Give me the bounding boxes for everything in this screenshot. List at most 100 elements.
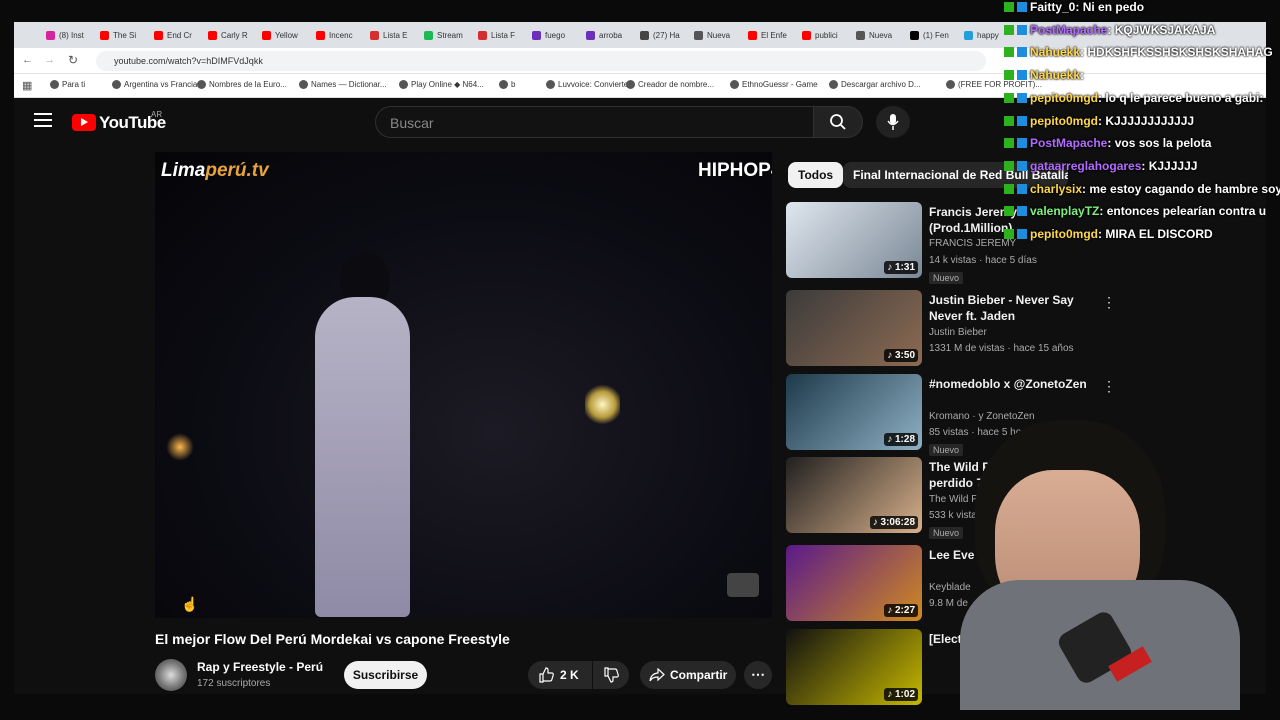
video-duration: ♪ 1:31 (884, 261, 918, 274)
bookmark-item[interactable]: Creador de nombre... (626, 80, 714, 89)
recommended-channel[interactable]: Justin Bieber (929, 327, 987, 338)
sub-badge-icon (1004, 92, 1014, 103)
video-thumbnail[interactable]: ♪ 1:31 (786, 202, 922, 278)
browser-tab[interactable]: Lista F (472, 22, 526, 48)
browser-tab[interactable]: Incenc (310, 22, 364, 48)
video-player[interactable]: Limaperú.tv HIPHOP4 (155, 152, 772, 618)
tab-label: Lista F (491, 30, 516, 40)
subscribe-button[interactable]: Suscribirse (344, 661, 427, 689)
browser-tab[interactable]: fuego (526, 22, 580, 48)
chat-message: Nahuekk: HDKSHFKSSHSKSHSKSHAHAG (1004, 45, 1273, 59)
channel-watermark-icon[interactable] (727, 573, 759, 597)
chat-text: : me estoy cagando de hambre soy (1082, 181, 1280, 196)
tab-label: Nueva (707, 30, 731, 40)
browser-tab[interactable]: publici (796, 22, 850, 48)
video-thumbnail[interactable]: ♪ 1:28 (786, 374, 922, 450)
more-actions-button[interactable]: ⋯ (744, 661, 772, 689)
bookmark-icon (197, 80, 206, 89)
browser-tab[interactable]: Lista E (364, 22, 418, 48)
prime-badge-icon (1017, 160, 1027, 171)
bookmark-item[interactable]: b (499, 80, 515, 89)
browser-tab[interactable]: Yellow (256, 22, 310, 48)
channel-avatar[interactable] (155, 659, 187, 691)
tab-favicon-icon (964, 30, 973, 40)
region-code: AR (151, 110, 163, 119)
tab-favicon-icon (910, 30, 919, 40)
microphone-icon (887, 114, 899, 130)
back-icon[interactable]: ← (22, 54, 33, 66)
chat-text: : MIRA EL DISCORD (1098, 227, 1213, 241)
bookmark-label: b (511, 80, 516, 89)
prime-badge-icon (1017, 183, 1027, 194)
bookmark-item[interactable]: Names — Dictionar... (299, 80, 387, 89)
browser-tab[interactable]: Carly R (202, 22, 256, 48)
channel-name[interactable]: Rap y Freestyle - Perú (197, 660, 323, 674)
sub-badge-icon (1004, 47, 1014, 58)
sub-badge-icon (1004, 160, 1014, 171)
browser-tab[interactable]: (8) Inst (40, 22, 94, 48)
bookmark-icon (946, 80, 955, 89)
browser-tab[interactable]: (1) Fen (904, 22, 958, 48)
video-thumbnail[interactable]: ♪ 3:50 (786, 290, 922, 366)
recommended-video[interactable]: ♪ 3:50 Justin Bieber - Never Say Never ft… (786, 290, 1116, 370)
chat-username: pepito0mgd (1030, 113, 1098, 128)
tab-label: Nueva (869, 30, 893, 40)
reload-icon[interactable]: ↻ (68, 53, 78, 67)
dislike-button[interactable] (593, 661, 629, 689)
street-light (165, 432, 195, 462)
voice-search-button[interactable] (876, 106, 910, 138)
bookmark-label: Luvvoice: Convierte... (558, 80, 635, 89)
url-field[interactable]: youtube.com/watch?v=hDIMFVdJqkk (96, 51, 986, 71)
browser-tab[interactable]: Nueva (850, 22, 904, 48)
video-options-icon[interactable]: ⋮ (1102, 294, 1116, 311)
tab-label: Incenc (329, 30, 353, 40)
browser-tab[interactable]: The Si (94, 22, 148, 48)
video-options-icon[interactable]: ⋮ (1102, 378, 1116, 395)
bookmark-label: Creador de nombre... (638, 80, 715, 89)
browser-tab[interactable]: El Enfe (742, 22, 796, 48)
chat-text: : KQJWKSJAKAJA (1107, 22, 1216, 37)
recommended-title[interactable]: Justin Bieber - Never Say Never ft. Jade… (929, 292, 1099, 324)
video-thumbnail[interactable]: ♪ 3:06:28 (786, 457, 922, 533)
tab-label: Carly R (221, 30, 248, 40)
browser-tab[interactable]: arroba (580, 22, 634, 48)
bookmark-item[interactable]: Play Online ◆ N64... (399, 80, 484, 89)
prime-badge-icon (1017, 138, 1027, 149)
tab-favicon-icon (316, 30, 325, 40)
video-thumbnail[interactable]: ♪ 2:27 (786, 545, 922, 621)
chip-all[interactable]: Todos (788, 162, 844, 188)
browser-tab[interactable]: Stream (418, 22, 472, 48)
bookmark-item[interactable]: Argentina vs Francia... (112, 80, 204, 89)
chat-text: : KJJJJJJJJJJJJ (1098, 113, 1195, 128)
menu-icon[interactable] (34, 113, 52, 127)
apps-grid-icon[interactable]: ▦ (22, 79, 32, 92)
bookmark-icon (112, 80, 121, 89)
tab-favicon-icon (478, 30, 487, 40)
bookmark-icon (730, 80, 739, 89)
bookmark-item[interactable]: Para ti (50, 80, 85, 89)
bookmark-label: Argentina vs Francia... (124, 80, 205, 89)
chat-username: PostMapache (1030, 22, 1108, 37)
bookmark-item[interactable]: Descargar archivo D... (829, 80, 921, 89)
chat-username: Nahuekk (1030, 45, 1081, 60)
browser-tab[interactable]: End Cr (148, 22, 202, 48)
video-thumbnail[interactable]: ♪ 1:02 (786, 629, 922, 705)
tab-favicon-icon (100, 30, 109, 40)
youtube-logo-icon[interactable] (72, 114, 96, 131)
bookmark-item[interactable]: EthnoGuessr - Game (730, 80, 818, 89)
forward-icon[interactable]: → (44, 54, 55, 66)
browser-tab[interactable]: (27) Ha (634, 22, 688, 48)
search-button[interactable] (813, 106, 863, 138)
recommended-title[interactable]: #nomedoblo x @ZonetoZen (929, 376, 1099, 392)
watermark-logo-left: Limaperú.tv (161, 160, 269, 181)
tab-favicon-icon (532, 30, 541, 40)
like-button[interactable]: 2 K (528, 661, 592, 689)
bookmark-item[interactable]: Nombres de la Euro... (197, 80, 287, 89)
search-input[interactable]: Buscar (375, 106, 815, 138)
browser-tab[interactable]: Nueva (688, 22, 742, 48)
bookmark-item[interactable]: Luvvoice: Convierte... (546, 80, 635, 89)
chat-username: charlysix (1030, 181, 1083, 196)
chat-message: pepito0mgd: KJJJJJJJJJJJJ (1004, 114, 1194, 128)
chat-username: Nahuekk (1030, 68, 1081, 83)
share-button[interactable]: Compartir (640, 661, 736, 689)
